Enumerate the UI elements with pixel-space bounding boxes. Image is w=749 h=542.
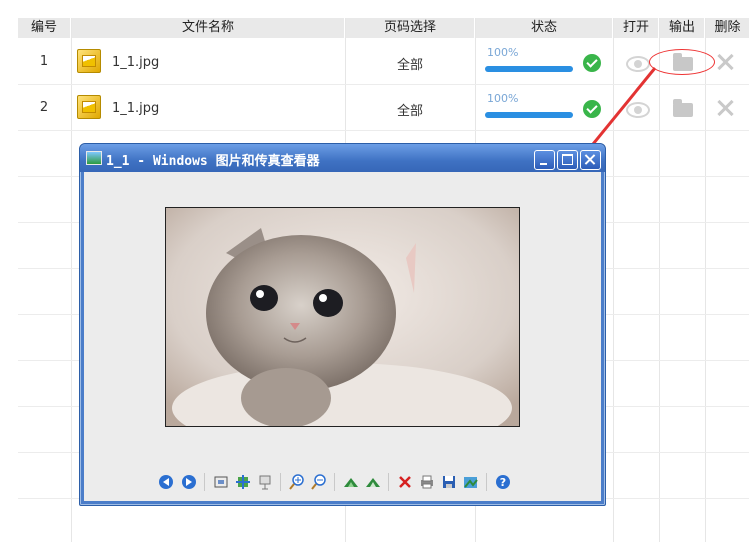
close-button[interactable] [580,150,601,170]
minimize-icon [540,163,547,165]
rotate-counterclockwise-icon[interactable] [365,474,381,490]
toolbar-separator [486,473,487,491]
window-titlebar[interactable]: 1_1 - Windows 图片和传真查看器 [80,144,605,172]
zoom-out-icon[interactable] [311,474,327,490]
help-icon[interactable]: ? [495,474,511,490]
toolbar-separator [204,473,205,491]
viewer-app-icon [86,151,102,165]
window-title: 1_1 - Windows 图片和传真查看器 [106,154,320,169]
maximize-button[interactable] [557,150,578,170]
previous-image-icon[interactable] [158,474,174,490]
toolbar-separator [334,473,335,491]
actual-size-icon[interactable] [235,474,251,490]
print-icon[interactable] [419,474,435,490]
minimize-button[interactable] [534,150,555,170]
slideshow-icon[interactable] [257,474,273,490]
maximize-icon [562,154,573,165]
image-viewer-window[interactable]: 1_1 - Windows 图片和传真查看器 ? [79,143,606,506]
kitten-photo [165,207,520,427]
save-icon[interactable] [441,474,457,490]
edit-icon[interactable] [463,474,479,490]
next-image-icon[interactable] [181,474,197,490]
viewer-canvas: ? [84,172,601,501]
svg-text:?: ? [500,476,506,489]
toolbar-separator [280,473,281,491]
zoom-in-icon[interactable] [289,474,305,490]
rotate-clockwise-icon[interactable] [343,474,359,490]
delete-icon[interactable] [397,474,413,490]
toolbar-separator [388,473,389,491]
viewer-toolbar: ? [84,472,601,492]
best-fit-icon[interactable] [213,474,229,490]
